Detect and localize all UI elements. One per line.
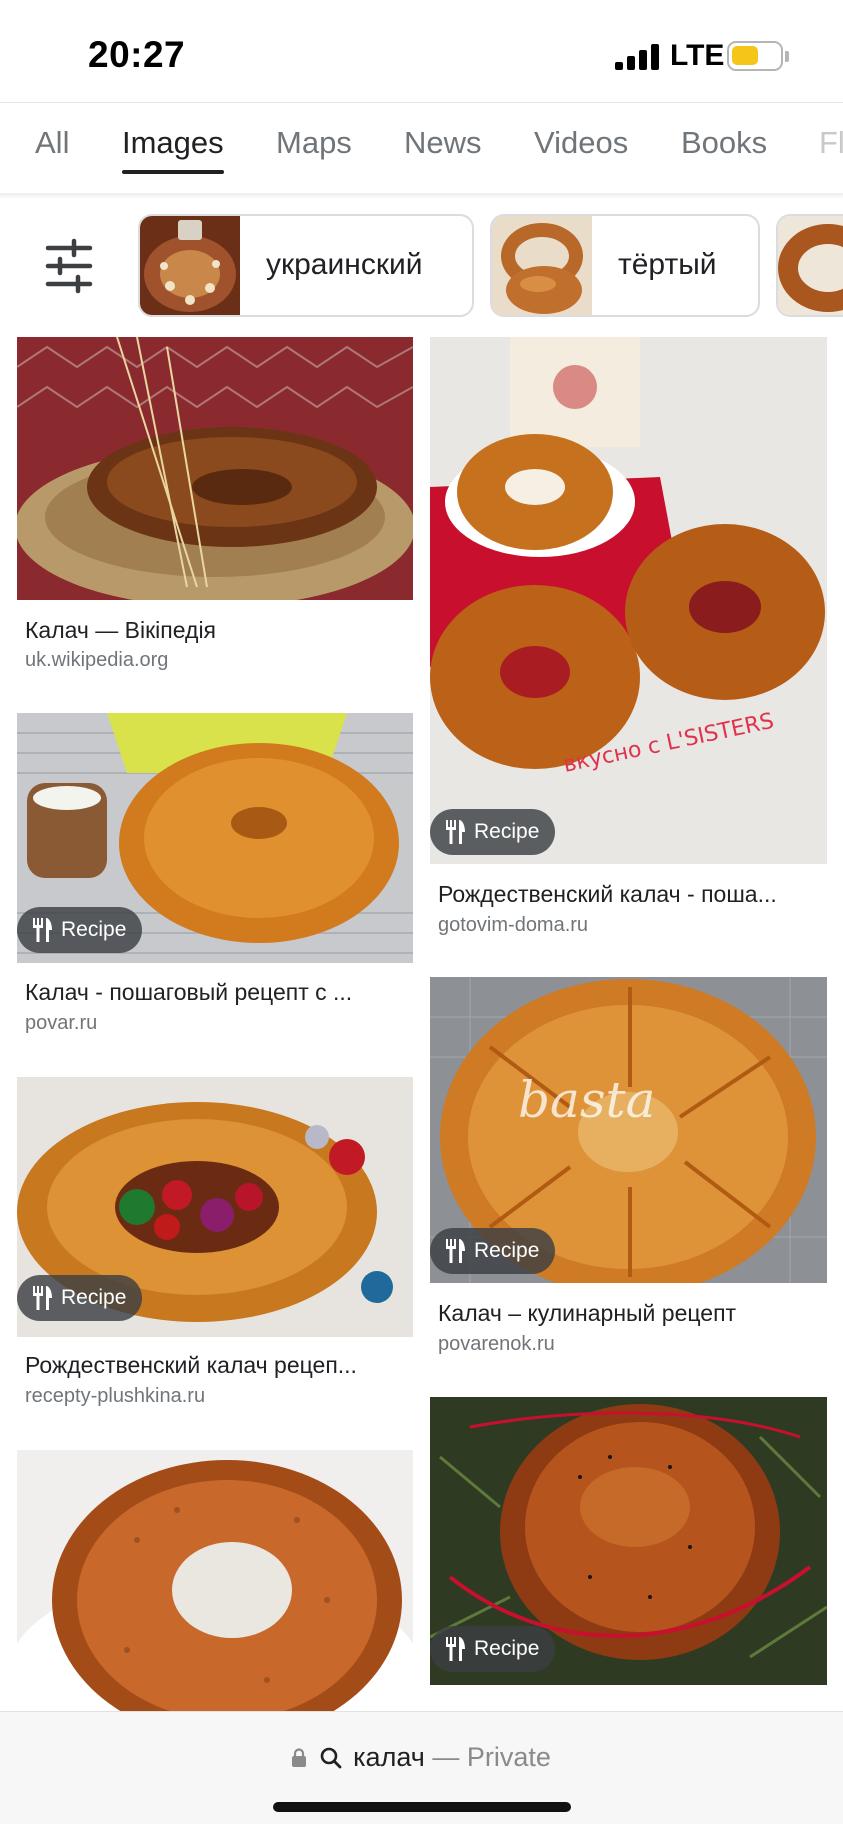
chip-more[interactable] <box>776 214 843 317</box>
status-time: 20:27 <box>88 34 186 75</box>
restaurant-icon <box>33 1286 52 1310</box>
badge-label: Recipe <box>474 1637 540 1660</box>
active-tab-indicator <box>122 170 224 174</box>
image-result-card[interactable] <box>17 1450 413 1711</box>
recipe-badge: Recipe <box>430 1626 556 1672</box>
result-thumbnail[interactable] <box>17 337 413 600</box>
chip-image <box>778 216 843 315</box>
recipe-badge: Recipe <box>430 809 556 855</box>
result-source[interactable]: uk.wikipedia.org <box>25 649 168 672</box>
result-title[interactable]: Рождественский калач рецеп... <box>25 1352 410 1379</box>
badge-label: Recipe <box>61 918 127 941</box>
badge-label: Recipe <box>474 820 540 843</box>
tab-images[interactable]: Images <box>122 125 224 161</box>
chip-ukrainian[interactable]: украинский <box>138 214 474 317</box>
home-indicator[interactable] <box>273 1802 571 1812</box>
signal-icon <box>615 44 659 70</box>
tab-maps[interactable]: Maps <box>276 125 352 161</box>
chip-label: украинский <box>266 248 423 281</box>
image-result-card[interactable]: Recipe Рождественский калач рецеп... rec… <box>17 1077 413 1417</box>
browser-address-bar[interactable]: калач — Private <box>0 1711 843 1824</box>
badge-label: Recipe <box>474 1239 540 1262</box>
status-bar: 20:27 LTE <box>0 0 843 102</box>
chip-image <box>492 216 592 315</box>
battery-cap <box>785 51 789 62</box>
result-source[interactable]: povarenok.ru <box>438 1333 555 1356</box>
watermark-basta: basta <box>518 1071 655 1129</box>
tab-videos[interactable]: Videos <box>534 125 628 161</box>
chip-image <box>140 216 240 315</box>
restaurant-icon <box>446 820 465 844</box>
chip-grated[interactable]: тёртый <box>490 214 760 317</box>
result-title[interactable]: Рождественский калач - поша... <box>438 881 823 908</box>
badge-label: Recipe <box>61 1286 127 1309</box>
tab-news[interactable]: News <box>404 125 482 161</box>
result-title[interactable]: Калач — Вікіпедія <box>25 617 410 644</box>
result-source[interactable]: recepty-plushkina.ru <box>25 1385 205 1408</box>
recipe-badge: Recipe <box>17 1275 143 1321</box>
search-query: калач <box>353 1742 425 1772</box>
result-source[interactable]: povar.ru <box>25 1012 97 1035</box>
image-result-card[interactable]: Калач — Вікіпедія uk.wikipedia.org <box>17 337 413 677</box>
tabs-shadow <box>0 193 843 199</box>
recipe-badge: Recipe <box>17 907 143 953</box>
chip-label: тёртый <box>618 248 717 281</box>
image-result-card[interactable]: Recipe <box>430 1397 827 1711</box>
restaurant-icon <box>446 1637 465 1661</box>
result-source[interactable]: gotovim-doma.ru <box>438 914 588 937</box>
tab-all[interactable]: All <box>35 125 69 161</box>
image-result-card[interactable]: basta Recipe Калач – кулинарный рецепт p… <box>430 977 827 1357</box>
filter-tune-icon[interactable] <box>38 236 100 296</box>
lock-icon <box>292 1748 307 1767</box>
result-thumbnail[interactable]: вкусно с L'SISTERS <box>430 337 827 864</box>
image-result-card[interactable]: Recipe Калач - пошаговый рецепт с ... po… <box>17 713 413 1043</box>
private-mode-label: Private <box>466 1742 551 1772</box>
url-display[interactable]: калач — Private <box>0 1742 843 1773</box>
result-title[interactable]: Калач - пошаговый рецепт с ... <box>25 979 410 1006</box>
image-result-card[interactable]: вкусно с L'SISTERS Recipe Рождественский… <box>430 337 827 947</box>
result-thumbnail[interactable] <box>17 1450 413 1711</box>
search-icon <box>320 1747 342 1769</box>
search-tabs: All Images Maps News Videos Books Fl <box>0 103 843 195</box>
battery-icon <box>727 41 783 71</box>
recipe-badge: Recipe <box>430 1228 556 1274</box>
restaurant-icon <box>33 918 52 942</box>
tab-flights[interactable]: Fl <box>819 125 843 161</box>
restaurant-icon <box>446 1239 465 1263</box>
result-title[interactable]: Калач – кулинарный рецепт <box>438 1300 823 1327</box>
separator: — <box>432 1742 460 1772</box>
network-type: LTE <box>670 39 725 72</box>
tab-books[interactable]: Books <box>681 125 767 161</box>
